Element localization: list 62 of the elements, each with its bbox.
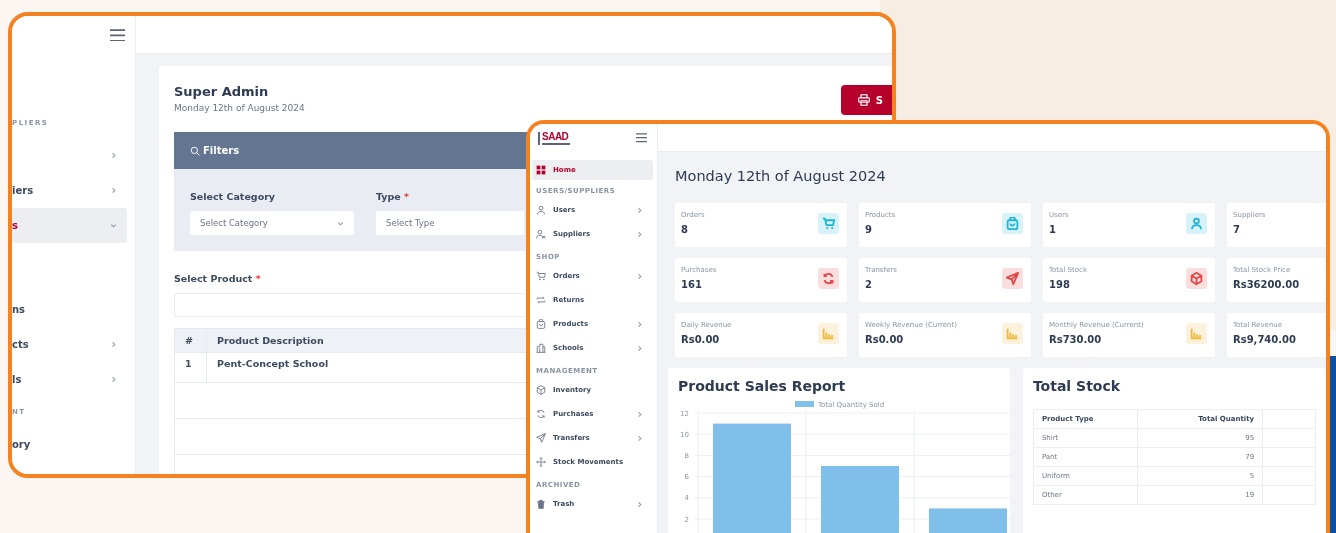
- filters-title: Filters: [203, 144, 240, 158]
- chevron-right-icon: [636, 206, 643, 214]
- page-title: Super Admin: [174, 83, 270, 101]
- paper-plane-icon: [536, 433, 546, 443]
- field-label: Type *: [376, 190, 410, 204]
- stat-value: 1: [1049, 222, 1057, 237]
- stat-value: 9: [865, 222, 873, 237]
- printer-icon: [857, 94, 870, 106]
- stat-value: Rs9,740.00: [1233, 332, 1296, 347]
- cart-icon: [536, 271, 546, 281]
- chevron-right-icon: [636, 500, 643, 508]
- sidebar-item[interactable]: cts: [12, 327, 127, 362]
- stat-value: 8: [681, 222, 689, 237]
- trash-icon: [536, 499, 546, 509]
- chevron-right-icon: [636, 272, 643, 280]
- chevron-right-icon: [636, 320, 643, 328]
- chevron-right-icon: [110, 152, 117, 159]
- stat-value: 2: [865, 277, 873, 292]
- building-icon: [536, 343, 546, 353]
- card-title: Total Stock: [1031, 377, 1122, 396]
- sidebar-item[interactable]: ory: [12, 427, 127, 462]
- chevron-right-icon: [636, 434, 643, 442]
- logo: SAAD: [538, 131, 570, 145]
- move-icon: [536, 457, 546, 467]
- sidebar-item[interactable]: s: [12, 208, 127, 243]
- print-button[interactable]: S: [840, 85, 892, 115]
- stat-value: 7: [1233, 222, 1241, 237]
- chevron-right-icon: [636, 344, 643, 352]
- chevron-right-icon: [636, 230, 643, 238]
- stat-value: 161: [681, 277, 703, 292]
- chevron-down-icon: [337, 219, 344, 227]
- column-header: #: [174, 328, 207, 353]
- chevron-right-icon: [110, 341, 117, 348]
- chevron-right-icon: [110, 376, 117, 383]
- search-icon: [190, 145, 200, 156]
- menu-icon[interactable]: [110, 28, 125, 42]
- select-dropdown[interactable]: Select Category: [190, 211, 354, 236]
- chevron-right-icon: [636, 410, 643, 418]
- chevron-down-icon: [110, 222, 117, 229]
- cube-icon: [536, 385, 546, 395]
- page-date: Monday 12th of August 2024: [174, 101, 305, 115]
- field-label: Select Category: [190, 190, 276, 204]
- input-field[interactable]: [174, 293, 524, 318]
- person-icon: [536, 205, 546, 215]
- arrows-icon: [536, 295, 546, 305]
- stat-value: Rs0.00: [681, 332, 721, 347]
- stat-value: Rs730.00: [1049, 332, 1103, 347]
- sidebar-item[interactable]: ns: [12, 292, 127, 327]
- grid-icon: [536, 165, 546, 175]
- stat-value: 198: [1049, 277, 1071, 292]
- bag-icon: [536, 319, 546, 329]
- chevron-right-icon: [110, 187, 117, 194]
- stat-value: Rs36200.00: [1233, 277, 1300, 292]
- sidebar-item[interactable]: ls: [12, 362, 127, 397]
- dashboard-date: Monday 12th of August 2024: [674, 167, 887, 186]
- menu-icon[interactable]: [636, 133, 647, 143]
- people-icon: [536, 229, 546, 239]
- table-cell: 1: [174, 352, 207, 383]
- field-label: Select Product *: [174, 272, 261, 286]
- sidebar-item[interactable]: iers: [12, 173, 127, 208]
- input-field[interactable]: Select Type: [376, 211, 524, 236]
- sync-icon: [536, 409, 546, 419]
